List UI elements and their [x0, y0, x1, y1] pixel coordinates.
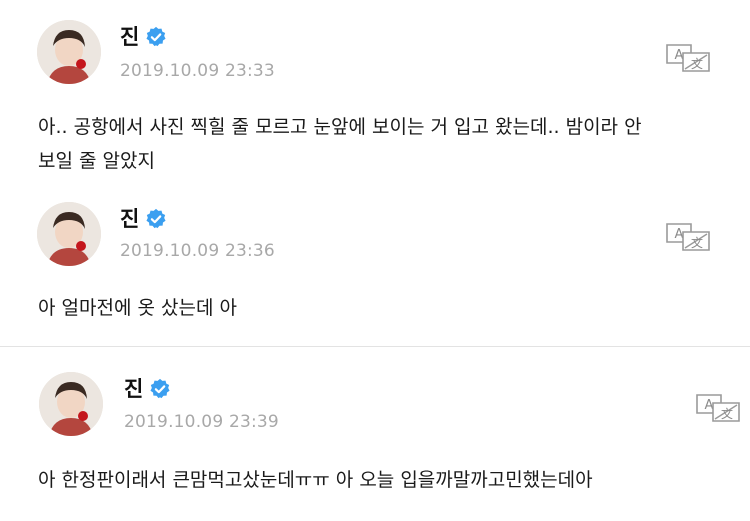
post-1: 진 2019.10.09 23:33 A 文 아.. 공항에서 사진 찍힐 줄 …	[0, 0, 750, 195]
svg-text:文: 文	[691, 56, 703, 71]
post-timestamp: 2019.10.09 23:33	[120, 61, 275, 81]
post-text: 아.. 공항에서 사진 찍힐 줄 모르고 눈앞에 보이는 거 입고 왔는데.. …	[38, 110, 730, 178]
svg-text:A: A	[675, 48, 684, 63]
translate-icon[interactable]: A 文	[665, 43, 711, 73]
avatar[interactable]	[39, 372, 103, 436]
author-name[interactable]: 진	[124, 377, 143, 401]
post-text-line: 보일 줄 알았지	[38, 150, 155, 172]
author-row: 진	[120, 25, 167, 49]
avatar-photo	[39, 372, 103, 436]
author-name[interactable]: 진	[120, 25, 139, 49]
avatar[interactable]	[37, 20, 101, 84]
post-3: 진 2019.10.09 23:39 A 文 아 한정판이래서 큰맘먹고샀눈데ㅠ…	[0, 347, 750, 521]
avatar-photo	[37, 20, 101, 84]
verified-badge-icon	[150, 378, 170, 399]
author-row: 진	[120, 207, 167, 231]
svg-text:A: A	[675, 227, 684, 242]
svg-text:文: 文	[691, 235, 703, 250]
post-text: 아 한정판이래서 큰맘먹고샀눈데ㅠㅠ 아 오늘 입을까말까고민했는데아	[38, 463, 730, 497]
svg-text:A: A	[705, 398, 714, 413]
post-text: 아 얼마전에 옷 샀는데 아	[38, 291, 730, 325]
post-timestamp: 2019.10.09 23:36	[120, 241, 275, 261]
post-text-line: 아 한정판이래서 큰맘먹고샀눈데ㅠㅠ 아 오늘 입을까말까고민했는데아	[38, 469, 593, 491]
translate-icon[interactable]: A 文	[665, 222, 711, 252]
svg-text:文: 文	[721, 406, 733, 421]
post-2: 진 2019.10.09 23:36 A 文 아 얼마전에 옷 샀는데 아	[0, 195, 750, 345]
avatar-photo	[37, 202, 101, 266]
post-timestamp: 2019.10.09 23:39	[124, 412, 279, 432]
translate-icon[interactable]: A 文	[695, 393, 741, 423]
verified-badge-icon	[146, 26, 166, 47]
avatar[interactable]	[37, 202, 101, 266]
author-name[interactable]: 진	[120, 207, 139, 231]
post-text-line: 아 얼마전에 옷 샀는데 아	[38, 297, 237, 319]
verified-badge-icon	[146, 208, 166, 229]
post-text-line: 아.. 공항에서 사진 찍힐 줄 모르고 눈앞에 보이는 거 입고 왔는데.. …	[38, 116, 642, 138]
author-row: 진	[124, 377, 171, 401]
